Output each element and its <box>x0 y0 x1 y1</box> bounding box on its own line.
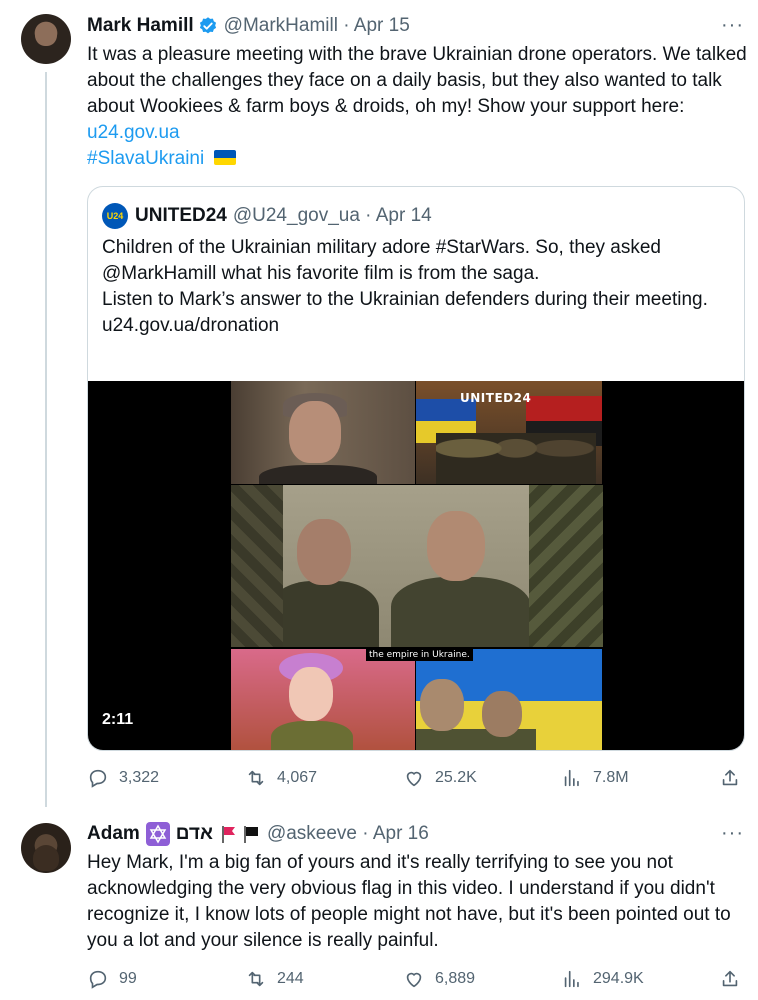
like-icon <box>406 771 422 787</box>
black-flag-icon <box>244 826 258 843</box>
reply-count: 3,322 <box>119 769 160 786</box>
video-tile-mark-hamill <box>231 381 415 484</box>
views-icon <box>564 970 579 988</box>
tweet-header: Mark Hamill @MarkHamill · Apr 15 <box>87 14 410 38</box>
main-tweet[interactable]: Mark Hamill @MarkHamill · Apr 15 ··· It … <box>0 0 758 805</box>
views-icon <box>564 769 579 787</box>
reply-handle-and-date[interactable]: @askeeve · Apr 16 <box>267 822 429 846</box>
camo-left <box>231 485 283 647</box>
reply-icon <box>89 970 107 989</box>
quoted-tweet[interactable]: U24 UNITED24 @U24_gov_ua · Apr 14 Childr… <box>87 186 745 751</box>
ukraine-flag-icon <box>213 150 236 165</box>
quoted-line-3: u24.gov.ua/dronation <box>102 315 280 336</box>
views-count: 7.8M <box>593 769 629 786</box>
quoted-tweet-text: Children of the Ukrainian military adore… <box>102 235 732 339</box>
quoted-handle-and-date: @U24_gov_ua · Apr 14 <box>232 205 432 226</box>
reply-more-icon[interactable]: ··· <box>721 822 744 845</box>
star-of-david-icon <box>145 822 170 846</box>
verified-badge-icon <box>199 17 216 34</box>
avatar[interactable] <box>21 14 71 64</box>
reply-reply-button[interactable]: 99 <box>87 965 137 993</box>
video-subtitle: the empire in Ukraine. <box>366 649 473 661</box>
reply-views-button[interactable]: 294.9K <box>561 965 644 993</box>
reply-tweet-text: Hey Mark, I'm a big fan of yours and it'… <box>87 852 731 951</box>
more-icon[interactable]: ··· <box>721 14 744 37</box>
reply-reply-count: 99 <box>119 970 137 987</box>
reply-share-button[interactable] <box>719 965 751 993</box>
share-button[interactable] <box>719 764 751 792</box>
reply-retweet-count: 244 <box>277 970 304 987</box>
reply-retweet-button[interactable]: 244 <box>245 965 304 993</box>
handle-and-date[interactable]: @MarkHamill · Apr 15 <box>224 14 410 38</box>
retweet-count: 4,067 <box>277 769 318 786</box>
quoted-line-1: Children of the Ukrainian military adore… <box>102 237 661 284</box>
reply-tweet-header: Adam אדם @askeeve · Apr 16 <box>87 822 429 846</box>
tweet-link[interactable]: u24.gov.ua <box>87 122 180 143</box>
video-logo-text: UNITED24 <box>460 391 532 405</box>
tweet-text: It was a pleasure meeting with the brave… <box>87 42 747 172</box>
red-flag-icon <box>222 826 235 843</box>
share-icon <box>722 769 738 786</box>
quoted-author-name: UNITED24 <box>135 205 227 226</box>
retweet-icon <box>248 971 264 987</box>
reply-name-hebrew: אדם <box>175 823 213 844</box>
retweet-button[interactable]: 4,067 <box>245 764 317 792</box>
video-tile-group: UNITED24 <box>416 381 602 484</box>
views-button[interactable]: 7.8M <box>561 764 629 792</box>
like-count: 25.2K <box>435 769 477 786</box>
reply-tweet-actions: 99 244 6,889 294.9K <box>87 965 747 993</box>
tweet-body: It was a pleasure meeting with the brave… <box>87 44 747 117</box>
like-button[interactable]: 25.2K <box>403 764 477 792</box>
hashtag-link[interactable]: #SlavaUkraini <box>87 148 204 169</box>
like-icon <box>406 972 422 988</box>
reply-like-count: 6,889 <box>435 970 476 987</box>
retweet-icon <box>248 770 264 786</box>
video-tile-flag <box>416 649 602 750</box>
share-icon <box>722 970 738 987</box>
video-tile-girl <box>231 649 415 750</box>
reply-like-button[interactable]: 6,889 <box>403 965 475 993</box>
reply-views-count: 294.9K <box>593 970 644 987</box>
reply-avatar[interactable] <box>21 823 71 873</box>
author-name[interactable]: Mark Hamill <box>87 14 194 38</box>
reply-author-name[interactable]: Adam <box>87 822 140 846</box>
united24-logo: U24 <box>102 203 128 229</box>
reply-icon <box>89 769 107 788</box>
quoted-line-2: Listen to Mark’s answer to the Ukrainian… <box>102 289 708 310</box>
reply-button[interactable]: 3,322 <box>87 764 159 792</box>
tweet-actions: 3,322 4,067 25.2K 7.8M <box>87 764 747 792</box>
video-player[interactable]: UNITED24 the empire in Ukraine. 2:11 <box>88 381 744 750</box>
quoted-tweet-header: U24 UNITED24 @U24_gov_ua · Apr 14 <box>102 203 432 229</box>
camo-right <box>529 485 603 647</box>
video-duration: 2:11 <box>102 711 134 728</box>
